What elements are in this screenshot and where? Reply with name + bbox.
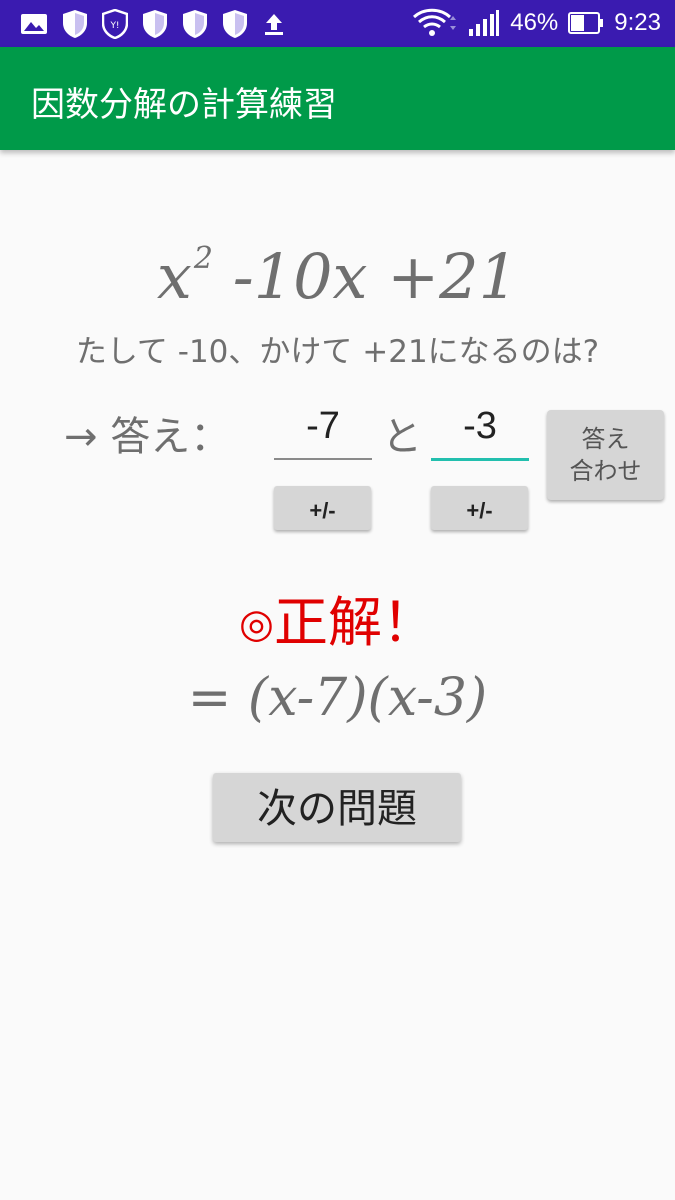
result-equals: = xyxy=(187,668,232,728)
problem-variable: x xyxy=(156,240,192,313)
factored-result: = (x-7)(x-3) xyxy=(0,668,675,728)
yahoo-shield-icon: Y! xyxy=(102,9,128,39)
answer-field-1[interactable]: -7 xyxy=(274,400,372,460)
shield-icon xyxy=(222,9,248,39)
problem-rest: -10x +21 xyxy=(212,240,519,313)
hint-text: たして -10、かけて +21になるのは? xyxy=(75,334,600,370)
problem-exponent: 2 xyxy=(193,241,213,276)
status-bar: Y! 46% 9:23 xyxy=(0,0,675,47)
app-title: 因数分解の計算練習 xyxy=(31,85,337,125)
double-circle-icon: ◎ xyxy=(239,601,274,647)
feedback-text: 正解！ xyxy=(273,591,436,654)
sign-toggle-button-2[interactable]: +/- xyxy=(431,486,528,530)
sign-toggle-button-1[interactable]: +/- xyxy=(274,486,371,530)
next-question-button[interactable]: 次の問題 xyxy=(213,773,461,842)
shield-icon xyxy=(62,9,88,39)
problem-expression: x2 -10x +21 xyxy=(0,214,675,322)
check-button-line1: 答え xyxy=(581,425,630,453)
battery-percent: 46% xyxy=(510,9,559,36)
check-button-line2: 合わせ xyxy=(569,457,642,485)
wifi-icon xyxy=(412,8,458,38)
connector-text: と xyxy=(382,414,422,460)
answer-field-2[interactable]: -3 xyxy=(431,400,529,461)
shield-icon xyxy=(182,9,208,39)
gallery-icon xyxy=(20,12,48,36)
svg-text:Y!: Y! xyxy=(109,21,119,31)
check-answer-button[interactable]: 答え 合わせ xyxy=(547,410,664,500)
clock: 9:23 xyxy=(614,9,661,36)
feedback-correct: ◎正解！ xyxy=(0,578,675,657)
answer-label: → 答え： xyxy=(64,414,231,460)
battery-icon xyxy=(568,12,604,34)
upload-icon xyxy=(262,11,286,37)
shield-icon xyxy=(142,9,168,39)
signal-icon xyxy=(468,9,500,37)
result-expression: (x-7)(x-3) xyxy=(247,668,488,728)
app-bar: 因数分解の計算練習 xyxy=(0,47,675,150)
